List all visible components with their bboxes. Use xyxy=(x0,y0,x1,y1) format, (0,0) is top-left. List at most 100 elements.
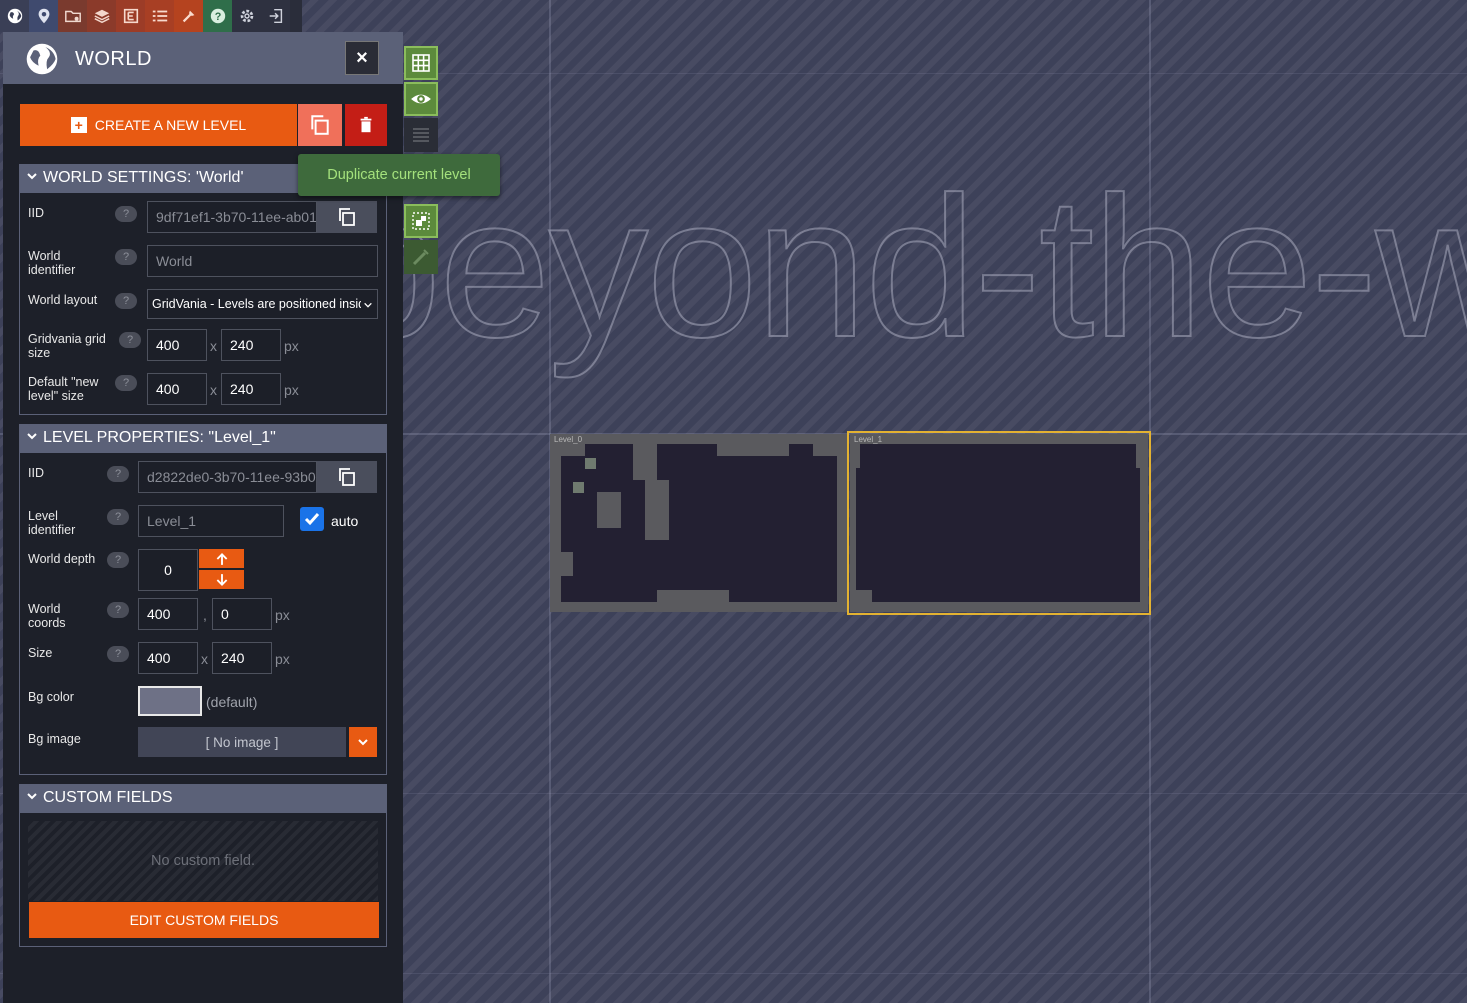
copy-icon xyxy=(311,115,329,135)
delete-level-button[interactable] xyxy=(345,104,387,146)
world-layout-select[interactable]: GridVania - Levels are positioned inside xyxy=(147,289,378,319)
default-width-input[interactable]: 400 xyxy=(147,373,207,405)
svg-text:?: ? xyxy=(214,11,221,23)
chevron-down-icon xyxy=(358,739,368,746)
size-height-input[interactable]: 240 xyxy=(212,642,272,674)
x-separator: x xyxy=(201,651,208,667)
level-iid-label: IID xyxy=(28,466,44,480)
panel-header: WORLD × xyxy=(3,32,403,84)
bg-image-label: Bg image xyxy=(28,732,81,746)
grid-width-input[interactable]: 400 xyxy=(147,329,207,361)
list-disabled-icon[interactable] xyxy=(404,118,438,152)
pin-icon[interactable] xyxy=(29,0,58,32)
world-depth-label: World depth xyxy=(28,552,96,566)
px-unit: px xyxy=(275,607,290,623)
tools-icon[interactable] xyxy=(174,0,203,32)
level-identifier-label: Level identifier xyxy=(28,509,76,537)
bg-color-label: Bg color xyxy=(28,690,74,704)
pencil-disabled-icon[interactable] xyxy=(404,240,438,274)
level-selection-outline xyxy=(847,431,1151,615)
depth-up-button[interactable] xyxy=(199,549,244,568)
grid-size-label: Gridvania grid size xyxy=(28,332,106,360)
copy-icon xyxy=(339,208,355,226)
level-iid-field[interactable]: d2822de0-3b70-11ee-93b0 xyxy=(138,461,317,493)
help-icon[interactable]: ? xyxy=(115,249,137,265)
level-properties-title: LEVEL PROPERTIES: "Level_1" xyxy=(43,429,276,446)
x-separator: x xyxy=(210,338,217,354)
gear-icon[interactable] xyxy=(232,0,261,32)
level-identifier-input[interactable]: Level_1 xyxy=(138,505,284,537)
world-name-watermark: beyond-the-wall xyxy=(329,156,1467,379)
chevron-down-icon xyxy=(364,302,372,308)
help-icon[interactable]: ? xyxy=(203,0,232,32)
comma-separator: , xyxy=(203,607,207,623)
help-icon[interactable]: ? xyxy=(115,293,137,309)
help-icon[interactable]: ? xyxy=(119,332,141,348)
coord-x-input[interactable]: 400 xyxy=(138,598,198,630)
default-height-input[interactable]: 240 xyxy=(221,373,281,405)
arrow-down-icon xyxy=(216,573,227,586)
create-level-button[interactable]: + CREATE A NEW LEVEL xyxy=(20,104,297,146)
custom-fields-title: CUSTOM FIELDS xyxy=(43,789,173,806)
no-custom-field-text: No custom field. xyxy=(28,821,378,901)
coord-y-input[interactable]: 0 xyxy=(212,598,272,630)
copy-level-iid-button[interactable] xyxy=(317,461,377,493)
trash-icon xyxy=(360,116,372,133)
default-level-size-label: Default "new level" size xyxy=(28,375,99,403)
world-iid-field[interactable]: 9df71ef1-3b70-11ee-ab01 xyxy=(147,201,317,233)
layout-icon[interactable] xyxy=(404,204,438,238)
bg-color-value: (default) xyxy=(206,694,258,710)
depth-down-button[interactable] xyxy=(199,570,244,589)
arrow-up-icon xyxy=(216,552,227,565)
auto-label: auto xyxy=(331,513,359,529)
world-layout-value: GridVania - Levels are positioned inside xyxy=(152,297,361,311)
copy-world-iid-button[interactable] xyxy=(317,201,377,233)
duplicate-tooltip: Duplicate current level xyxy=(298,154,500,196)
help-icon[interactable]: ? xyxy=(107,509,129,525)
world-coords-label: World coords xyxy=(28,602,66,630)
help-icon[interactable]: ? xyxy=(107,646,129,662)
px-unit: px xyxy=(284,382,299,398)
help-icon[interactable]: ? xyxy=(115,375,137,391)
level-0-label: Level_0 xyxy=(554,435,583,444)
copy-icon xyxy=(339,468,355,486)
grid-height-input[interactable]: 240 xyxy=(221,329,281,361)
auto-checkbox[interactable] xyxy=(300,507,324,531)
edit-custom-fields-button[interactable]: EDIT CUSTOM FIELDS xyxy=(29,902,379,938)
world-icon[interactable] xyxy=(0,0,29,32)
checkmark-icon xyxy=(304,513,320,526)
globe-icon xyxy=(26,43,58,75)
close-button[interactable]: × xyxy=(345,41,379,75)
world-depth-input[interactable]: 0 xyxy=(138,549,198,591)
help-icon[interactable]: ? xyxy=(107,466,129,482)
grid-toggle-icon[interactable] xyxy=(404,46,438,80)
world-layout-label: World layout xyxy=(28,293,98,307)
px-unit: px xyxy=(284,338,299,354)
level-0[interactable]: Level_0 xyxy=(550,434,848,612)
chevron-down-icon xyxy=(21,169,43,187)
size-label: Size xyxy=(28,646,53,660)
panel-title: WORLD xyxy=(75,48,152,70)
bg-image-dropdown-button[interactable] xyxy=(349,727,377,757)
create-level-label: CREATE A NEW LEVEL xyxy=(94,117,247,133)
folder-gear-icon[interactable] xyxy=(58,0,87,32)
level-properties-header[interactable]: LEVEL PROPERTIES: "Level_1" xyxy=(19,424,387,452)
bg-image-picker[interactable]: [ No image ] xyxy=(138,727,346,757)
list-icon[interactable] xyxy=(145,0,174,32)
bg-color-swatch[interactable] xyxy=(138,686,202,716)
eye-icon[interactable] xyxy=(404,82,438,116)
help-icon[interactable]: ? xyxy=(107,602,129,618)
layers-icon[interactable] xyxy=(87,0,116,32)
world-settings-section: IID ? 9df71ef1-3b70-11ee-ab01 World iden… xyxy=(19,192,387,415)
size-width-input[interactable]: 400 xyxy=(138,642,198,674)
entity-icon[interactable] xyxy=(116,0,145,32)
custom-fields-header[interactable]: CUSTOM FIELDS xyxy=(19,784,387,812)
world-settings-title: WORLD SETTINGS: 'World' xyxy=(43,169,244,186)
help-icon[interactable]: ? xyxy=(115,206,137,222)
world-identifier-label: World identifier xyxy=(28,249,76,277)
exit-icon[interactable] xyxy=(261,0,290,32)
help-icon[interactable]: ? xyxy=(107,552,129,568)
px-unit: px xyxy=(275,651,290,667)
world-identifier-input[interactable]: World xyxy=(147,245,378,277)
duplicate-level-button[interactable] xyxy=(298,104,342,146)
